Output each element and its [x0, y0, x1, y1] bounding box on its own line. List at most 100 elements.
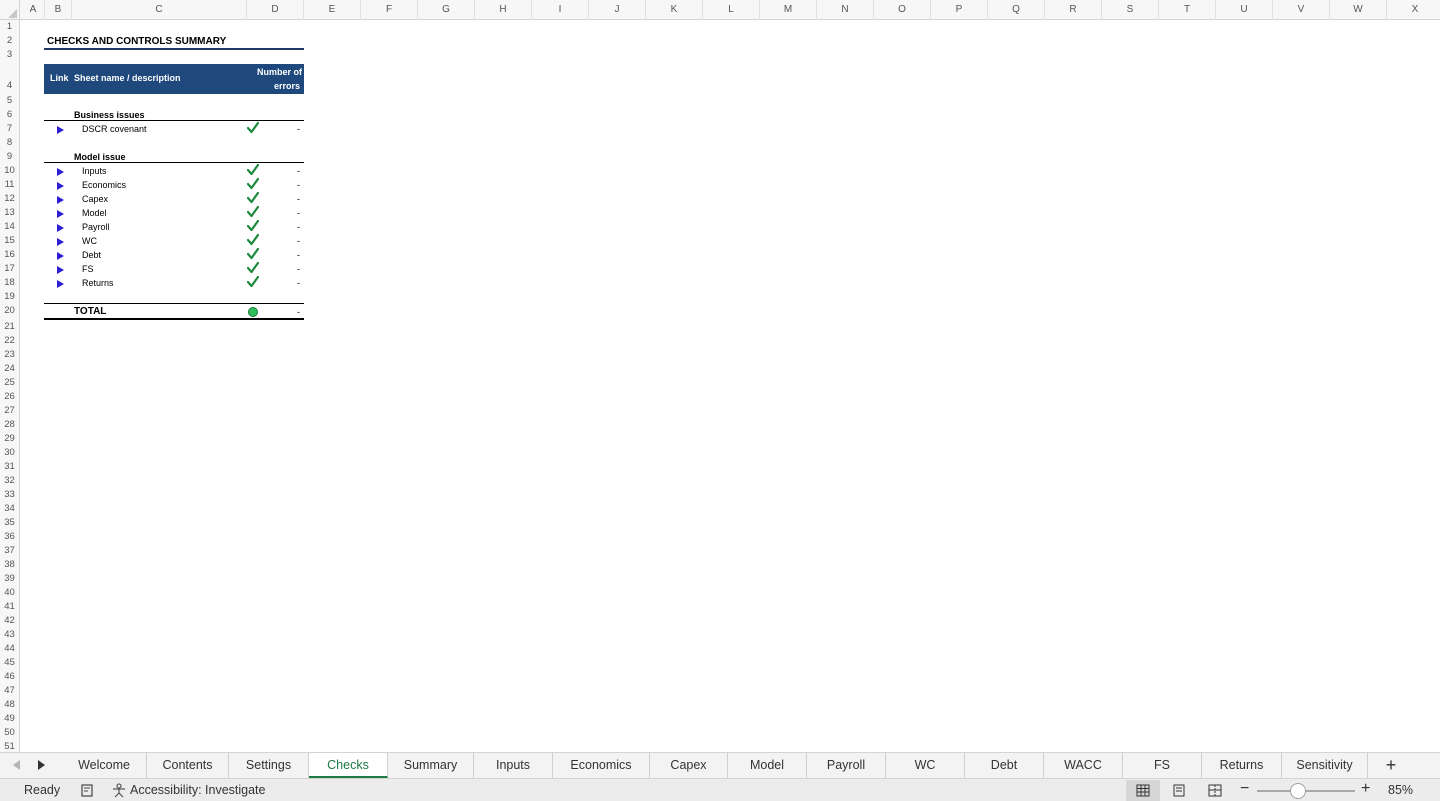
- row-header[interactable]: 26: [0, 390, 19, 404]
- row-header[interactable]: 38: [0, 558, 19, 572]
- row-header[interactable]: 42: [0, 614, 19, 628]
- row-header[interactable]: 14: [0, 220, 19, 234]
- column-header[interactable]: G: [418, 0, 475, 20]
- page-break-view-button[interactable]: [1198, 780, 1232, 801]
- worksheet-grid[interactable]: CHECKS AND CONTROLS SUMMARY Link Sheet n…: [20, 20, 1440, 752]
- tab-wc[interactable]: WC: [886, 753, 965, 778]
- row-header[interactable]: 20: [0, 304, 19, 318]
- page-layout-view-button[interactable]: [1162, 780, 1196, 801]
- zoom-out-button[interactable]: −: [1240, 780, 1249, 798]
- scroll-tabs-left-icon[interactable]: [13, 760, 20, 770]
- row-header[interactable]: 28: [0, 418, 19, 432]
- row-header[interactable]: 36: [0, 530, 19, 544]
- column-header[interactable]: U: [1216, 0, 1273, 20]
- tab-payroll[interactable]: Payroll: [807, 753, 886, 778]
- column-header[interactable]: A: [22, 0, 45, 20]
- tab-checks[interactable]: Checks: [309, 753, 388, 778]
- row-header[interactable]: 34: [0, 502, 19, 516]
- add-sheet-button[interactable]: +: [1372, 753, 1410, 778]
- row-header[interactable]: 21: [0, 320, 19, 334]
- row-header[interactable]: 50: [0, 726, 19, 740]
- link-arrow-icon[interactable]: [57, 252, 64, 260]
- row-header[interactable]: 31: [0, 460, 19, 474]
- column-header[interactable]: T: [1159, 0, 1216, 20]
- tab-returns[interactable]: Returns: [1202, 753, 1282, 778]
- column-header[interactable]: N: [817, 0, 874, 20]
- zoom-slider-thumb[interactable]: [1290, 783, 1306, 799]
- row-header[interactable]: 13: [0, 206, 19, 220]
- column-header[interactable]: W: [1330, 0, 1387, 20]
- tab-contents[interactable]: Contents: [147, 753, 229, 778]
- tab-wacc[interactable]: WACC: [1044, 753, 1123, 778]
- link-arrow-icon[interactable]: [57, 182, 64, 190]
- row-header[interactable]: 48: [0, 698, 19, 712]
- row-header[interactable]: 27: [0, 404, 19, 418]
- zoom-in-button[interactable]: +: [1361, 780, 1370, 798]
- macro-record-icon[interactable]: [80, 783, 96, 798]
- tab-sensitivity[interactable]: Sensitivity: [1282, 753, 1368, 778]
- row-header[interactable]: 12: [0, 192, 19, 206]
- row-header[interactable]: 49: [0, 712, 19, 726]
- accessibility-icon[interactable]: [111, 783, 127, 798]
- column-header[interactable]: R: [1045, 0, 1102, 20]
- row-header[interactable]: 29: [0, 432, 19, 446]
- link-arrow-icon[interactable]: [57, 224, 64, 232]
- tab-economics[interactable]: Economics: [553, 753, 650, 778]
- column-header[interactable]: P: [931, 0, 988, 20]
- tab-fs[interactable]: FS: [1123, 753, 1202, 778]
- column-header[interactable]: K: [646, 0, 703, 20]
- row-header[interactable]: 2: [0, 34, 19, 48]
- row-header[interactable]: 22: [0, 334, 19, 348]
- column-header[interactable]: D: [247, 0, 304, 20]
- link-arrow-icon[interactable]: [57, 196, 64, 204]
- status-accessibility[interactable]: Accessibility: Investigate: [130, 783, 265, 797]
- row-header[interactable]: 45: [0, 656, 19, 670]
- row-header[interactable]: 40: [0, 586, 19, 600]
- scroll-tabs-right-icon[interactable]: [38, 760, 45, 770]
- column-header[interactable]: B: [45, 0, 72, 20]
- column-header[interactable]: I: [532, 0, 589, 20]
- column-header[interactable]: X: [1387, 0, 1440, 20]
- column-header[interactable]: F: [361, 0, 418, 20]
- row-header[interactable]: 41: [0, 600, 19, 614]
- link-arrow-icon[interactable]: [57, 238, 64, 246]
- row-header[interactable]: 32: [0, 474, 19, 488]
- row-header[interactable]: 3: [0, 48, 19, 62]
- normal-view-button[interactable]: [1126, 780, 1160, 801]
- column-header[interactable]: J: [589, 0, 646, 20]
- row-header[interactable]: 30: [0, 446, 19, 460]
- column-header[interactable]: M: [760, 0, 817, 20]
- tab-debt[interactable]: Debt: [965, 753, 1044, 778]
- row-header[interactable]: 19: [0, 290, 19, 304]
- select-all-corner[interactable]: [0, 0, 20, 20]
- row-header[interactable]: 33: [0, 488, 19, 502]
- tab-capex[interactable]: Capex: [650, 753, 728, 778]
- zoom-level[interactable]: 85%: [1388, 783, 1413, 797]
- row-header[interactable]: 7: [0, 122, 19, 136]
- row-header[interactable]: 16: [0, 248, 19, 262]
- column-header[interactable]: L: [703, 0, 760, 20]
- column-header[interactable]: E: [304, 0, 361, 20]
- zoom-slider-track[interactable]: [1257, 790, 1355, 792]
- link-arrow-icon[interactable]: [57, 210, 64, 218]
- tab-inputs[interactable]: Inputs: [474, 753, 553, 778]
- row-header[interactable]: 35: [0, 516, 19, 530]
- row-header[interactable]: 9: [0, 150, 19, 164]
- row-header[interactable]: 39: [0, 572, 19, 586]
- row-header[interactable]: 51: [0, 740, 19, 752]
- row-header[interactable]: 11: [0, 178, 19, 192]
- row-header[interactable]: 8: [0, 136, 19, 150]
- tab-summary[interactable]: Summary: [388, 753, 474, 778]
- row-header[interactable]: 17: [0, 262, 19, 276]
- row-header[interactable]: 6: [0, 108, 19, 122]
- column-header[interactable]: H: [475, 0, 532, 20]
- row-header[interactable]: 18: [0, 276, 19, 290]
- tab-welcome[interactable]: Welcome: [62, 753, 147, 778]
- row-header[interactable]: 37: [0, 544, 19, 558]
- row-header[interactable]: 25: [0, 376, 19, 390]
- link-arrow-icon[interactable]: [57, 126, 64, 134]
- column-header[interactable]: Q: [988, 0, 1045, 20]
- row-header[interactable]: 46: [0, 670, 19, 684]
- column-header[interactable]: V: [1273, 0, 1330, 20]
- row-header[interactable]: 1: [0, 20, 19, 34]
